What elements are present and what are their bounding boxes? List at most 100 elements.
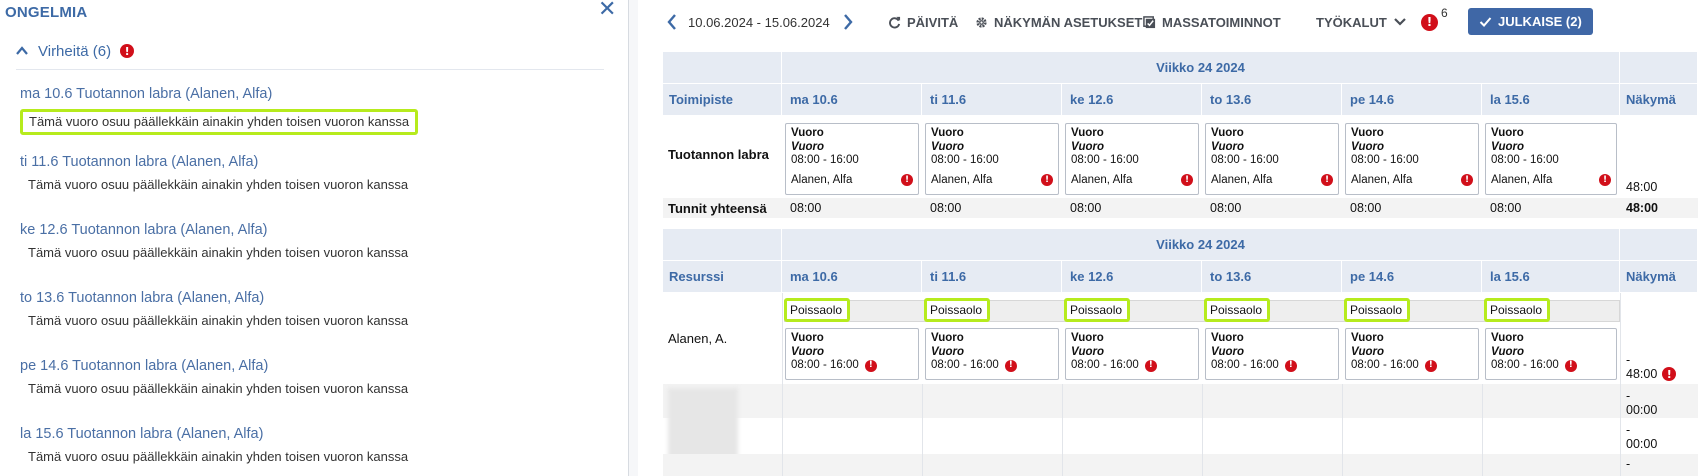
shift-card[interactable]: Vuoro Vuoro 08:00 - 16:00! bbox=[1345, 328, 1479, 380]
day-header-label: ti 11.6 bbox=[930, 92, 967, 107]
shift-time: 08:00 - 16:00 bbox=[1211, 154, 1279, 166]
day-total: 08:00 bbox=[1490, 201, 1522, 215]
publish-button[interactable]: JULKAISE (2) bbox=[1468, 8, 1593, 35]
error-icon[interactable]: ! bbox=[1321, 174, 1333, 187]
error-icon[interactable]: ! bbox=[1144, 359, 1157, 372]
day-header[interactable]: pe 14.6 bbox=[1342, 84, 1482, 116]
absence-chip[interactable]: Poissaolo bbox=[784, 298, 850, 322]
day-header[interactable]: to 13.6 bbox=[1202, 261, 1342, 293]
shift-type: Vuoro bbox=[931, 127, 964, 139]
error-icon[interactable]: ! bbox=[1041, 174, 1053, 187]
shift-person: Alanen, Alfa bbox=[1211, 173, 1273, 186]
error-icon[interactable]: ! bbox=[1424, 359, 1437, 372]
week-header: Viikko 24 2024 bbox=[782, 229, 1620, 261]
error-item-title[interactable]: la 15.6 Tuotannon labra (Alanen, Alfa) bbox=[20, 424, 580, 444]
shift-card[interactable]: Vuoro Vuoro 08:00 - 16:00 Alanen, Alfa! bbox=[785, 123, 919, 195]
day-total: 08:00 bbox=[790, 201, 822, 215]
error-icon[interactable]: ! bbox=[1599, 174, 1611, 187]
view-settings-label: NÄKYMÄN ASETUKSET bbox=[994, 14, 1143, 30]
gridline bbox=[1620, 293, 1621, 476]
day-header[interactable]: ti 11.6 bbox=[922, 84, 1062, 116]
day-total: 08:00 bbox=[1210, 201, 1242, 215]
error-icon[interactable]: ! bbox=[1181, 174, 1193, 187]
check-icon bbox=[1479, 16, 1492, 27]
shift-type: Vuoro bbox=[791, 332, 824, 344]
absence-chip[interactable]: Poissaolo bbox=[1484, 298, 1550, 322]
day-header[interactable]: ke 12.6 bbox=[1062, 261, 1202, 293]
errors-section-header[interactable]: Virheitä (6) ! bbox=[16, 41, 135, 61]
tools-dropdown[interactable]: TYÖKALUT bbox=[1316, 8, 1407, 36]
shift-card[interactable]: Vuoro Vuoro 08:00 - 16:00! bbox=[785, 328, 919, 380]
alerts-button[interactable]: ! bbox=[1421, 8, 1438, 36]
error-icon[interactable]: ! bbox=[1461, 174, 1473, 187]
error-item-title[interactable]: ke 12.6 Tuotannon labra (Alanen, Alfa) bbox=[20, 220, 580, 240]
day-header[interactable]: la 15.6 bbox=[1482, 84, 1620, 116]
header-spacer bbox=[1620, 52, 1698, 84]
row-total-dash: - bbox=[1626, 353, 1631, 367]
error-icon: ! bbox=[1421, 13, 1438, 31]
error-item-title[interactable]: ti 11.6 Tuotannon labra (Alanen, Alfa) bbox=[20, 152, 580, 172]
day-total: 08:00 bbox=[1350, 201, 1382, 215]
row-total: 48:00 bbox=[1626, 180, 1658, 194]
error-icon[interactable]: ! bbox=[901, 174, 913, 187]
shift-subtype: Vuoro bbox=[791, 140, 825, 153]
refresh-button[interactable]: PÄIVITÄ bbox=[888, 8, 958, 36]
shift-subtype: Vuoro bbox=[1071, 140, 1105, 153]
error-item-title[interactable]: to 13.6 Tuotannon labra (Alanen, Alfa) bbox=[20, 288, 580, 308]
shift-card[interactable]: Vuoro Vuoro 08:00 - 16:00 Alanen, Alfa! bbox=[1345, 123, 1479, 195]
shift-subtype: Vuoro bbox=[931, 140, 965, 153]
shift-card[interactable]: Vuoro Vuoro 08:00 - 16:00 Alanen, Alfa! bbox=[1205, 123, 1339, 195]
bulk-actions-button[interactable]: MASSATOIMINNOT bbox=[1143, 8, 1281, 36]
prev-week-button[interactable] bbox=[666, 8, 684, 36]
error-icon[interactable]: ! bbox=[1662, 367, 1677, 381]
error-icon: ! bbox=[120, 44, 135, 58]
absence-chip[interactable]: Poissaolo bbox=[1204, 298, 1270, 322]
shift-card[interactable]: Vuoro Vuoro 08:00 - 16:00 Alanen, Alfa! bbox=[1485, 123, 1617, 195]
shift-card[interactable]: Vuoro Vuoro 08:00 - 16:00! bbox=[925, 328, 1059, 380]
error-item-message: Tämä vuoro osuu päällekkäin ainakin yhde… bbox=[28, 313, 409, 328]
resize-handle[interactable] bbox=[629, 0, 638, 476]
shift-time: 08:00 - 16:00 bbox=[1071, 359, 1139, 371]
shift-card[interactable]: Vuoro Vuoro 08:00 - 16:00 Alanen, Alfa! bbox=[925, 123, 1059, 195]
error-item-title[interactable]: pe 14.6 Tuotannon labra (Alanen, Alfa) bbox=[20, 356, 580, 376]
shift-time: 08:00 - 16:00 bbox=[1351, 154, 1419, 166]
error-icon[interactable]: ! bbox=[864, 359, 877, 372]
day-header[interactable]: la 15.6 bbox=[1482, 261, 1620, 293]
shift-card[interactable]: Vuoro Vuoro 08:00 - 16:00! bbox=[1485, 328, 1617, 380]
shift-type: Vuoro bbox=[1211, 127, 1244, 139]
shift-subtype: Vuoro bbox=[931, 345, 965, 358]
next-week-button[interactable] bbox=[842, 8, 860, 36]
error-item: ti 11.6 Tuotannon labra (Alanen, Alfa) T… bbox=[20, 152, 580, 193]
day-header[interactable]: ma 10.6 bbox=[782, 84, 922, 116]
error-icon[interactable]: ! bbox=[1004, 359, 1017, 372]
error-icon[interactable]: ! bbox=[1564, 359, 1577, 372]
day-header[interactable]: pe 14.6 bbox=[1342, 261, 1482, 293]
day-total: 08:00 bbox=[1070, 201, 1102, 215]
shift-person: Alanen, Alfa bbox=[1491, 173, 1553, 186]
week-header: Viikko 24 2024 bbox=[782, 52, 1620, 84]
shift-time: 08:00 - 16:00 bbox=[1491, 359, 1559, 371]
shift-card[interactable]: Vuoro Vuoro 08:00 - 16:00! bbox=[1065, 328, 1199, 380]
day-header[interactable]: ma 10.6 bbox=[782, 261, 922, 293]
absence-chip[interactable]: Poissaolo bbox=[1344, 298, 1410, 322]
absence-chip[interactable]: Poissaolo bbox=[924, 298, 990, 322]
shift-time: 08:00 - 16:00 bbox=[791, 359, 859, 371]
day-header[interactable]: ti 11.6 bbox=[922, 261, 1062, 293]
absence-chip[interactable]: Poissaolo bbox=[1064, 298, 1130, 322]
shift-card[interactable]: Vuoro Vuoro 08:00 - 16:00! bbox=[1205, 328, 1339, 380]
gridline bbox=[1342, 384, 1343, 476]
error-icon[interactable]: ! bbox=[1284, 359, 1297, 372]
close-icon[interactable]: ✕ bbox=[598, 0, 616, 20]
day-header-label: la 15.6 bbox=[1490, 92, 1530, 107]
location-row-label[interactable]: Tuotannon labra bbox=[668, 147, 769, 162]
error-item-title[interactable]: ma 10.6 Tuotannon labra (Alanen, Alfa) bbox=[20, 84, 580, 104]
day-header[interactable]: to 13.6 bbox=[1202, 84, 1342, 116]
shift-card[interactable]: Vuoro Vuoro 08:00 - 16:00 Alanen, Alfa! bbox=[1065, 123, 1199, 195]
chevron-down-icon bbox=[1394, 18, 1406, 26]
resource-row-label[interactable]: Alanen, A. bbox=[668, 331, 727, 346]
day-header-label: pe 14.6 bbox=[1350, 269, 1395, 284]
row-total-dash: - bbox=[1626, 389, 1631, 403]
day-header[interactable]: ke 12.6 bbox=[1062, 84, 1202, 116]
view-settings-button[interactable]: NÄKYMÄN ASETUKSET bbox=[975, 8, 1142, 36]
shift-subtype: Vuoro bbox=[1071, 345, 1105, 358]
